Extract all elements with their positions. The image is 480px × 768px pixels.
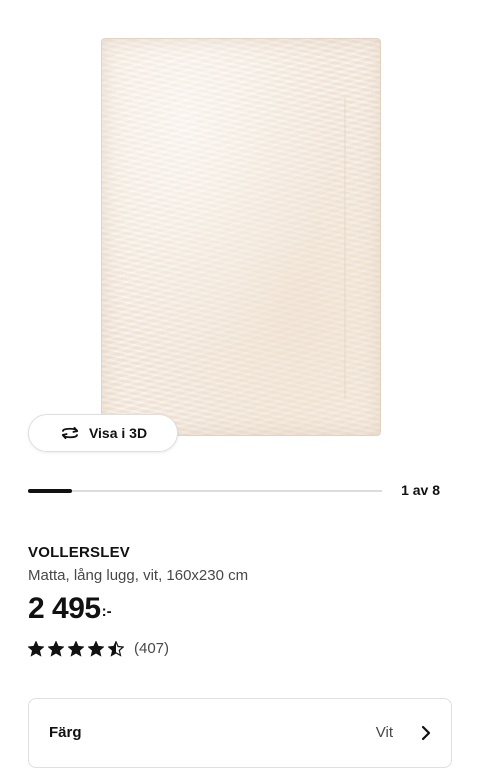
rotate-3d-icon — [61, 426, 79, 440]
gallery-progress-track[interactable] — [28, 489, 382, 493]
price-amount: 2 495 — [28, 592, 101, 625]
rating-stars — [28, 640, 128, 657]
gallery-progress-indicator — [28, 489, 72, 493]
star-icon — [108, 640, 124, 657]
view-in-3d-label: Visa i 3D — [88, 425, 148, 441]
star-icon — [88, 640, 104, 657]
color-selector-label: Färg — [49, 724, 82, 741]
product-image-gallery[interactable] — [0, 0, 480, 470]
product-price: 2 495 :- — [28, 592, 112, 626]
color-selector-value: Vit — [375, 724, 393, 741]
product-description: Matta, lång lugg, vit, 160x230 cm — [28, 567, 249, 584]
star-icon — [68, 640, 84, 657]
view-in-3d-button[interactable]: Visa i 3D — [28, 414, 178, 452]
product-name[interactable]: VOLLERSLEV — [28, 544, 130, 561]
star-icon — [48, 640, 64, 657]
chevron-right-icon — [421, 725, 431, 741]
product-rating[interactable]: (407) — [28, 640, 169, 657]
price-suffix: :- — [101, 603, 112, 620]
color-selector[interactable]: Färg Vit — [28, 698, 452, 768]
gallery-pager-text: 1 av 8 — [401, 482, 440, 498]
star-icon — [28, 640, 44, 657]
product-image-rug — [101, 38, 381, 436]
review-count: (407) — [134, 640, 170, 657]
